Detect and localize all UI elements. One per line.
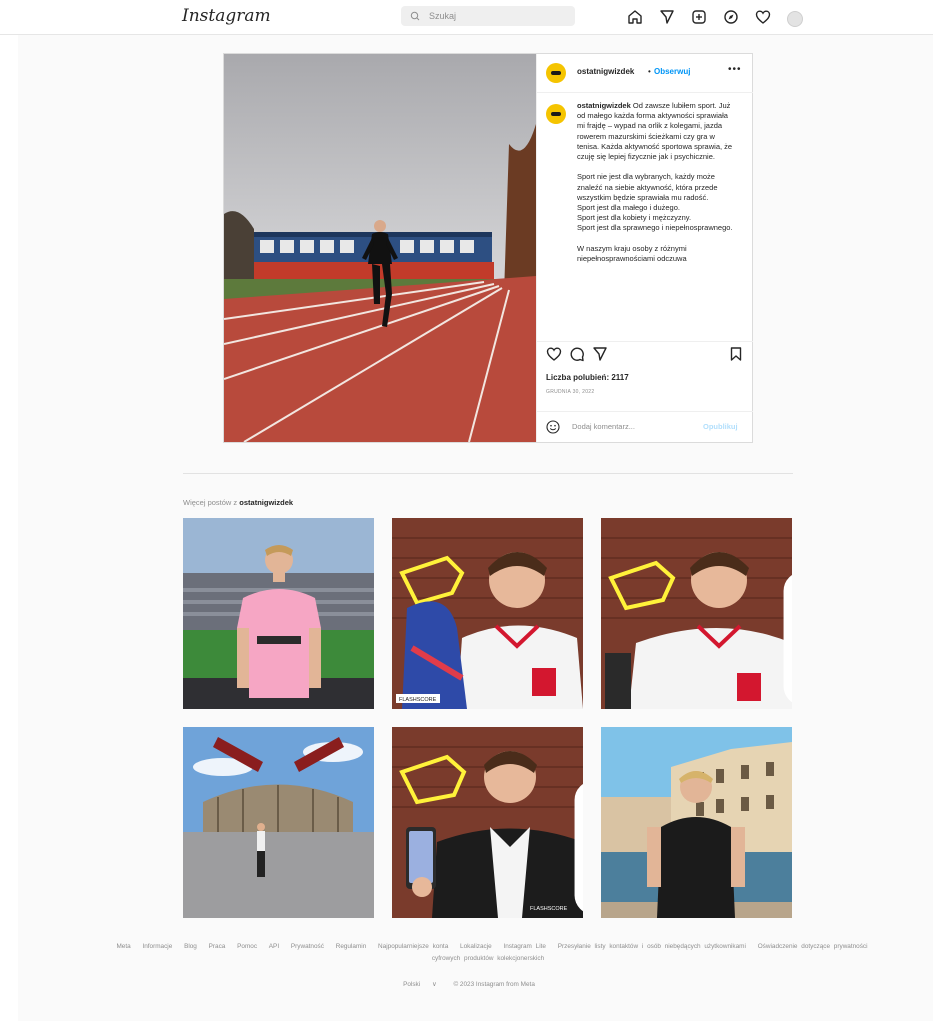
copyright: © 2023 Instagram from Meta bbox=[453, 981, 535, 988]
footer-link[interactable]: Lokalizacje bbox=[460, 943, 492, 950]
footer-link[interactable]: Meta bbox=[116, 943, 130, 950]
likes-count[interactable]: Liczba polubień: 2117 bbox=[546, 373, 629, 382]
publish-button[interactable]: Opublikuj bbox=[703, 422, 738, 431]
footer-links: Meta Informacje Blog Praca Pomoc API Pry… bbox=[110, 941, 870, 965]
profile-avatar[interactable] bbox=[784, 6, 806, 28]
post-tile-san-siro[interactable] bbox=[183, 727, 374, 918]
carousel-icon bbox=[565, 733, 583, 912]
footer-link[interactable]: Pomoc bbox=[237, 943, 257, 950]
language-select[interactable]: Polski ∨ bbox=[398, 981, 442, 988]
caption-username[interactable]: ostatnigwizdek bbox=[577, 101, 631, 110]
language-label: Polski bbox=[403, 981, 421, 988]
instagram-logo[interactable]: Instagram bbox=[182, 6, 271, 26]
footer-bottom: Polski ∨ © 2023 Instagram from Meta bbox=[0, 980, 933, 988]
search-icon bbox=[410, 6, 420, 33]
more-options-icon[interactable]: ••• bbox=[728, 64, 742, 75]
footer-link[interactable]: Regulamin bbox=[336, 943, 367, 950]
activity-heart-icon[interactable] bbox=[752, 6, 774, 28]
post-tile-whistle-phone[interactable]: FLASHSCORE bbox=[392, 727, 583, 918]
more-posts-prefix: Więcej postów z bbox=[183, 498, 238, 507]
post-tile-whistle-flag[interactable]: FLASHSCORE bbox=[392, 518, 583, 709]
comment-input[interactable]: Dodaj komentarz... bbox=[572, 422, 635, 431]
more-posts-title: Więcej postów z ostatnigwizdek bbox=[183, 498, 293, 507]
footer-link[interactable]: Informacje bbox=[142, 943, 172, 950]
save-bookmark-icon[interactable] bbox=[728, 346, 744, 362]
footer-link[interactable]: Prywatność bbox=[291, 943, 324, 950]
share-icon[interactable] bbox=[592, 346, 608, 362]
post-photo-running-track[interactable] bbox=[224, 54, 536, 442]
footer-link[interactable]: API bbox=[269, 943, 279, 950]
post-header: ostatnigwizdek • Obserwuj ••• bbox=[537, 54, 753, 93]
author-avatar[interactable] bbox=[546, 63, 566, 83]
comment-bar: Dodaj komentarz... Opublikuj bbox=[537, 411, 753, 443]
footer-link[interactable]: Blog bbox=[184, 943, 197, 950]
post-actions bbox=[537, 341, 753, 366]
section-divider bbox=[183, 473, 793, 474]
caption-text: Od zawsze lubiłem sport. Już od małego k… bbox=[577, 101, 733, 264]
footer-link[interactable]: Przesyłanie listy kontaktów i osób niebę… bbox=[558, 943, 746, 950]
sponsor-label: FLASHSCORE bbox=[530, 906, 568, 912]
direct-icon[interactable] bbox=[656, 6, 678, 28]
separator-dot: • bbox=[648, 67, 651, 76]
footer-link[interactable]: Instagram Lite bbox=[503, 943, 546, 950]
new-post-icon[interactable] bbox=[688, 6, 710, 28]
top-navigation-bar: Instagram Szukaj bbox=[0, 0, 933, 35]
more-posts-username[interactable]: ostatnigwizdek bbox=[239, 498, 293, 507]
chevron-down-icon: ∨ bbox=[431, 981, 437, 988]
footer-link[interactable]: Praca bbox=[209, 943, 226, 950]
nav-icons bbox=[624, 6, 806, 28]
footer-link[interactable]: Najpopularniejsze konta bbox=[378, 943, 448, 950]
search-input[interactable]: Szukaj bbox=[401, 6, 575, 26]
search-placeholder: Szukaj bbox=[429, 11, 457, 21]
carousel-icon bbox=[774, 524, 792, 703]
post-date: GRUDNIA 30, 2022 bbox=[546, 389, 595, 395]
explore-icon[interactable] bbox=[720, 6, 742, 28]
caption-avatar[interactable] bbox=[546, 104, 566, 124]
post-tile-stadium[interactable] bbox=[183, 518, 374, 709]
sponsor-label: FLASHSCORE bbox=[399, 697, 437, 703]
avatar bbox=[787, 10, 803, 27]
post-sidebar: ostatnigwizdek • Obserwuj ••• ostatnigwi… bbox=[536, 54, 753, 442]
post-caption: ostatnigwizdek Od zawsze lubiłem sport. … bbox=[577, 101, 737, 331]
follow-button[interactable]: Obserwuj bbox=[654, 67, 690, 76]
post-tile-whistle-shirt[interactable] bbox=[601, 518, 792, 709]
emoji-icon[interactable] bbox=[546, 420, 560, 434]
author-username[interactable]: ostatnigwizdek bbox=[577, 67, 634, 76]
comment-icon[interactable] bbox=[569, 346, 585, 362]
like-heart-icon[interactable] bbox=[546, 346, 562, 362]
home-icon[interactable] bbox=[624, 6, 646, 28]
post-card: ostatnigwizdek • Obserwuj ••• ostatnigwi… bbox=[223, 53, 753, 443]
post-tile-venice[interactable] bbox=[601, 727, 792, 918]
